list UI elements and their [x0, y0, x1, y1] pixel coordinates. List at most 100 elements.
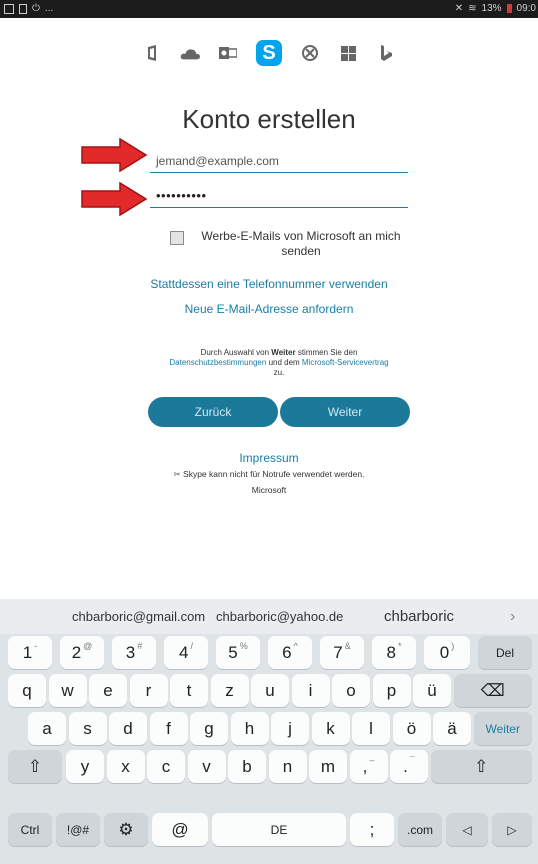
key-r[interactable]: r — [129, 674, 168, 707]
backspace-key[interactable]: ⌫ — [453, 674, 532, 707]
battery-icon — [506, 4, 512, 13]
key-i[interactable]: i — [291, 674, 330, 707]
marketing-emails-checkbox[interactable] — [170, 231, 184, 245]
key-e[interactable]: e — [89, 674, 127, 707]
status-right: ✕ ≋ 13% 09:0 — [455, 3, 536, 14]
comma-key[interactable]: , – — [349, 750, 388, 783]
key-s[interactable]: s — [68, 712, 107, 745]
suggestion-item[interactable]: chbarboric@yahoo.de — [216, 609, 343, 624]
key-n[interactable]: n — [268, 750, 307, 783]
legal-text-part: zu. — [273, 368, 285, 377]
new-email-link[interactable]: Neue E-Mail-Adresse anfordern — [0, 302, 538, 316]
key-4[interactable]: 4/ — [164, 636, 208, 669]
legal-text-part: und dem — [266, 358, 302, 367]
suggestion-expand-icon[interactable]: › — [510, 608, 515, 626]
key-k[interactable]: k — [311, 712, 350, 745]
marketing-emails-label: Werbe-E-Mails von Microsoft an mich send… — [201, 229, 401, 258]
key-g[interactable]: g — [190, 712, 228, 745]
back-button[interactable]: Zurück — [148, 397, 278, 427]
right-arrow-key[interactable]: ▷ — [492, 813, 532, 846]
wifi-icon: ≋ — [468, 3, 477, 14]
shift-key-right[interactable]: ⇧ — [430, 750, 532, 783]
emergency-notice: ✂ Skype kann nicht für Notrufe verwendet… — [0, 469, 538, 480]
left-arrow-key[interactable]: ◁ — [446, 813, 488, 846]
battery-percent: 13% — [481, 3, 502, 14]
red-arrow-icon — [81, 138, 148, 172]
clock: 09:0 — [516, 3, 536, 14]
key-5[interactable]: 5% — [216, 636, 260, 669]
key-l[interactable]: l — [352, 712, 390, 745]
privacy-link[interactable]: Datenschutzbestimmungen — [169, 358, 266, 367]
red-arrow-icon — [81, 182, 148, 216]
xbox-icon — [300, 43, 320, 63]
key-b[interactable]: b — [228, 750, 266, 783]
legal-text-part: Durch Auswahl von — [200, 348, 272, 357]
key-0[interactable]: 0) — [424, 636, 470, 669]
key-6[interactable]: 6 ^ — [268, 636, 312, 669]
status-bar: ⏻ ... ✕ ≋ 13% 09:0 — [0, 0, 538, 18]
key-ö[interactable]: ö — [392, 712, 431, 745]
key-v[interactable]: v — [187, 750, 226, 783]
status-more: ... — [44, 3, 54, 14]
microsoft-apps-bar: S — [0, 40, 538, 66]
bing-icon — [376, 43, 396, 63]
key-f[interactable]: f — [149, 712, 188, 745]
key-d[interactable]: d — [109, 712, 147, 745]
key-a[interactable]: a — [28, 712, 66, 745]
windows-icon — [338, 43, 358, 63]
usb-icon: ⏻ — [32, 3, 40, 14]
key-m[interactable]: m — [309, 750, 347, 783]
suggestion-bar: chbarboric@gmail.com chbarboric@yahoo.de… — [0, 599, 538, 634]
key-t[interactable]: t — [170, 674, 208, 707]
emergency-notice-text: Skype kann nicht für Notrufe verwendet w… — [183, 469, 365, 479]
key-c[interactable]: c — [147, 750, 185, 783]
key-3[interactable]: 3 # — [112, 636, 156, 669]
key-2[interactable]: 2 @ — [60, 636, 104, 669]
next-button[interactable]: Weiter — [280, 397, 410, 427]
marketing-emails-checkbox-row[interactable]: Werbe-E-Mails von Microsoft an mich send… — [170, 229, 410, 259]
enter-key[interactable]: Weiter — [473, 712, 532, 745]
page-title: Konto erstellen — [182, 104, 356, 134]
key-ä[interactable]: ä — [433, 712, 471, 745]
settings-key[interactable]: ⚙ — [104, 813, 148, 846]
legal-bold: Weiter — [271, 348, 296, 357]
suggestion-item[interactable]: chbarboric@gmail.com — [72, 609, 205, 624]
key-1[interactable]: 1- — [8, 636, 52, 669]
impressum-link[interactable]: Impressum — [0, 451, 538, 465]
key-x[interactable]: x — [106, 750, 145, 783]
period-key[interactable]: . ¯ — [390, 750, 428, 783]
key-7[interactable]: 7 & — [320, 636, 364, 669]
onedrive-icon — [180, 43, 200, 63]
symbols-key[interactable]: !@# — [56, 813, 100, 846]
delete-key[interactable]: Del — [478, 636, 532, 669]
key-ü[interactable]: ü — [413, 674, 451, 707]
key-o[interactable]: o — [332, 674, 370, 707]
service-agreement-link[interactable]: Microsoft-Servicevertrag — [302, 358, 389, 367]
semicolon-key[interactable]: ; — [350, 813, 394, 846]
password-field[interactable]: •••••••••• — [150, 186, 408, 208]
key-w[interactable]: w — [48, 674, 87, 707]
key-y[interactable]: y — [66, 750, 104, 783]
outlook-icon — [218, 43, 238, 63]
suggestion-item[interactable]: chbarboric — [384, 608, 454, 625]
email-field[interactable]: jemand@example.com — [150, 151, 408, 173]
legal-text: Durch Auswahl von Weiter stimmen Sie den… — [140, 348, 418, 378]
no-phone-icon: ✂ — [173, 469, 181, 479]
key-u[interactable]: u — [251, 674, 289, 707]
key-p[interactable]: p — [372, 674, 411, 707]
sim-icon — [19, 3, 27, 14]
legal-text-part: stimmen Sie den — [295, 348, 358, 357]
key-h[interactable]: h — [230, 712, 269, 745]
ctrl-key[interactable]: Ctrl — [8, 813, 52, 846]
dotcom-key[interactable]: .com — [398, 813, 442, 846]
microsoft-footer: Microsoft — [251, 485, 287, 495]
key-z[interactable]: z — [210, 674, 249, 707]
space-key[interactable]: DE — [212, 813, 346, 846]
key-q[interactable]: q — [8, 674, 46, 707]
key-j[interactable]: j — [271, 712, 309, 745]
gallery-icon — [4, 3, 14, 14]
shift-key-left[interactable]: ⇧ — [8, 750, 62, 783]
key-8[interactable]: 8 * — [372, 636, 416, 669]
at-key[interactable]: @ — [152, 813, 208, 846]
use-phone-link[interactable]: Stattdessen eine Telefonnummer verwenden — [0, 277, 538, 291]
